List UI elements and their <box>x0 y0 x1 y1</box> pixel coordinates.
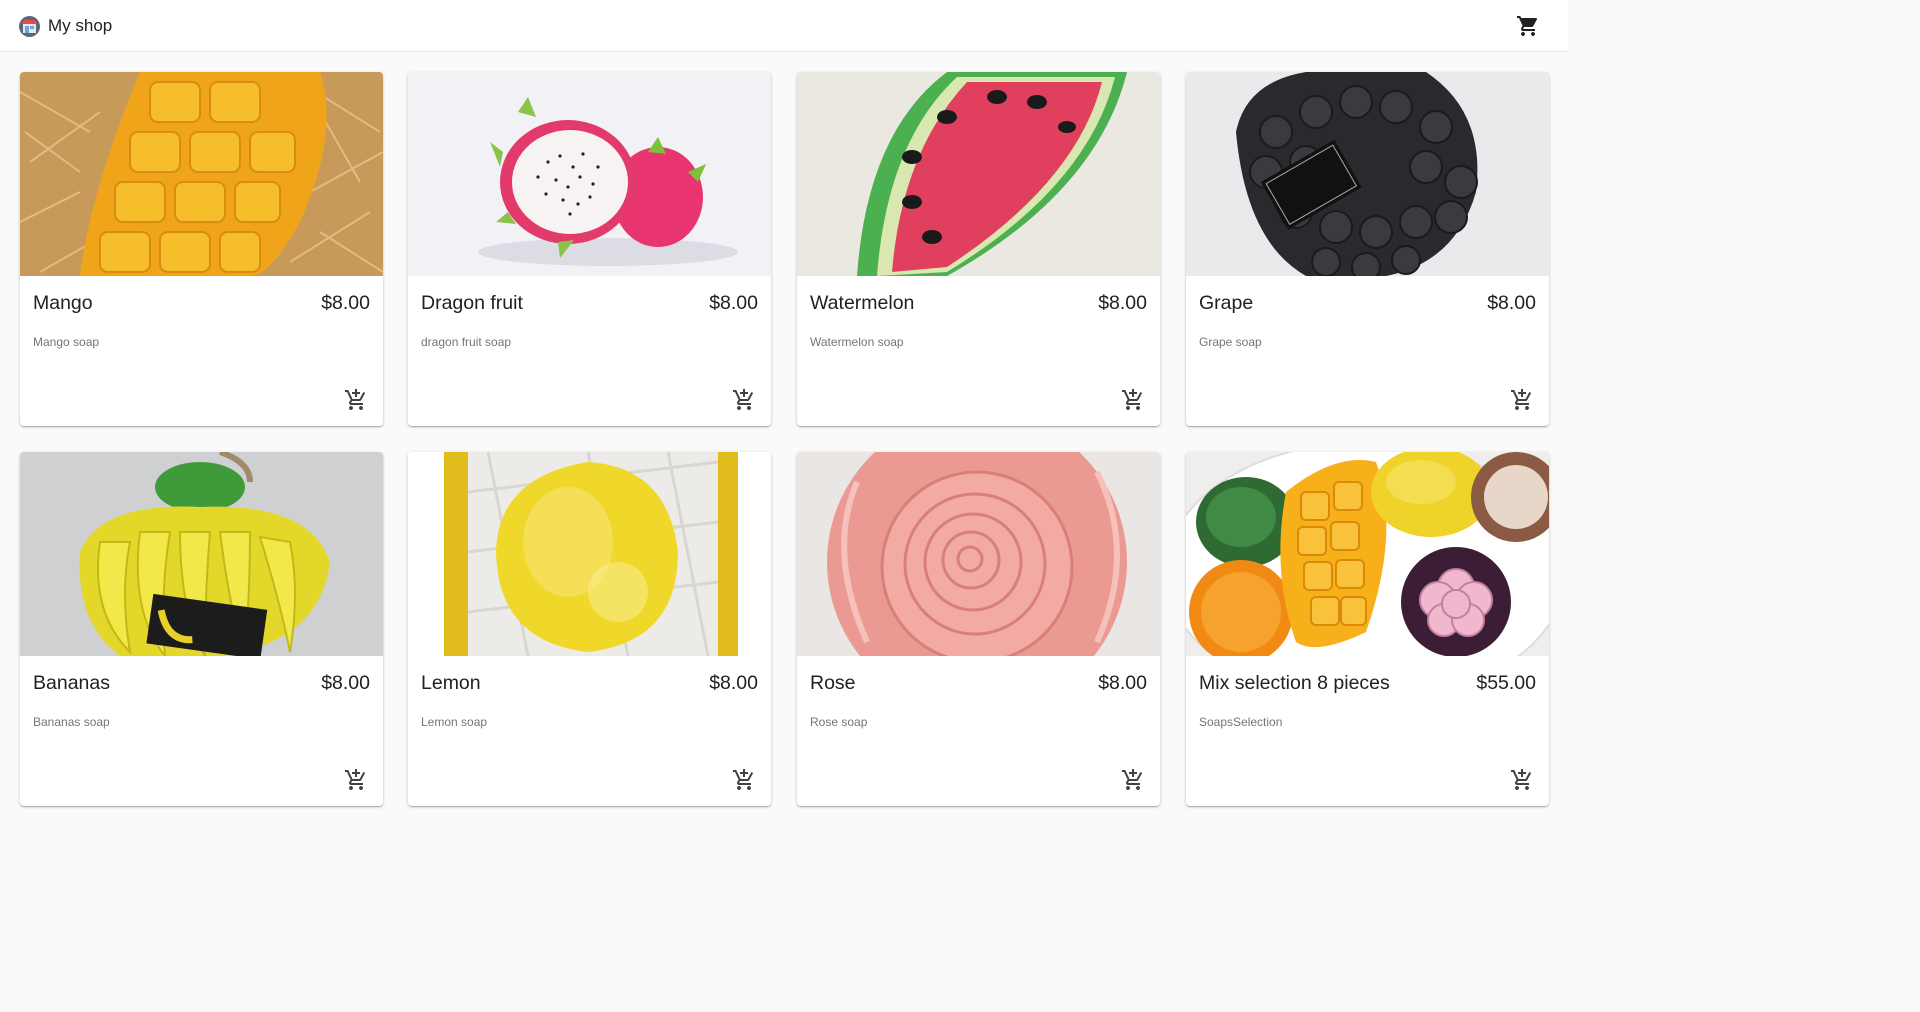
product-name: Dragon fruit <box>421 292 523 314</box>
product-price: $8.00 <box>709 672 758 694</box>
product-price: $8.00 <box>321 672 370 694</box>
product-name: Lemon <box>421 672 481 694</box>
add-to-cart-button[interactable] <box>344 768 368 792</box>
product-price: $8.00 <box>1098 672 1147 694</box>
add-to-cart-button[interactable] <box>1510 388 1534 412</box>
product-price: $55.00 <box>1476 672 1536 694</box>
product-name: Mango <box>33 292 93 314</box>
add-shopping-cart-icon <box>733 769 754 790</box>
product-card: Rose $8.00 Rose soap <box>797 452 1160 806</box>
product-description: dragon fruit soap <box>421 335 512 349</box>
product-description: SoapsSelection <box>1199 715 1283 729</box>
add-to-cart-button[interactable] <box>1510 768 1534 792</box>
dragon-fruit-soap-image <box>408 72 771 276</box>
lemon-soap-image <box>408 452 771 656</box>
app-bar: My shop <box>0 0 1568 52</box>
product-name: Rose <box>810 672 856 694</box>
rose-soap-image <box>797 452 1160 656</box>
add-to-cart-button[interactable] <box>1121 388 1145 412</box>
bananas-soap-image <box>20 452 383 656</box>
product-description: Watermelon soap <box>810 335 904 349</box>
add-to-cart-button[interactable] <box>732 768 756 792</box>
product-name: Mix selection 8 pieces <box>1199 672 1390 694</box>
add-shopping-cart-icon <box>1511 769 1532 790</box>
add-to-cart-button[interactable] <box>732 388 756 412</box>
product-card: Mango $8.00 Mango soap <box>20 72 383 426</box>
add-to-cart-button[interactable] <box>1121 768 1145 792</box>
shop-logo-icon <box>19 16 40 37</box>
mixed-soaps-image <box>1186 452 1549 656</box>
grape-soap-image <box>1186 72 1549 276</box>
add-shopping-cart-icon <box>345 769 366 790</box>
add-shopping-cart-icon <box>733 389 754 410</box>
product-description: Bananas soap <box>33 715 110 729</box>
product-price: $8.00 <box>1487 292 1536 314</box>
add-shopping-cart-icon <box>345 389 366 410</box>
product-price: $8.00 <box>321 292 370 314</box>
product-card: Grape $8.00 Grape soap <box>1186 72 1549 426</box>
product-description: Lemon soap <box>421 715 488 729</box>
add-to-cart-button[interactable] <box>344 388 368 412</box>
app-title: My shop <box>48 16 113 35</box>
product-description: Mango soap <box>33 335 100 349</box>
product-description: Grape soap <box>1199 335 1262 349</box>
watermelon-soap-image <box>797 72 1160 276</box>
product-name: Bananas <box>33 672 110 694</box>
product-card: Dragon fruit $8.00 dragon fruit soap <box>408 72 771 426</box>
add-shopping-cart-icon <box>1122 389 1143 410</box>
cart-button[interactable] <box>1516 14 1540 38</box>
product-card: Lemon $8.00 Lemon soap <box>408 452 771 806</box>
product-price: $8.00 <box>1098 292 1147 314</box>
product-card: Bananas $8.00 Bananas soap <box>20 452 383 806</box>
mango-soap-image <box>20 72 383 276</box>
add-shopping-cart-icon <box>1511 389 1532 410</box>
shopping-cart-icon <box>1517 16 1538 36</box>
product-name: Watermelon <box>810 292 915 314</box>
add-shopping-cart-icon <box>1122 769 1143 790</box>
product-card: Mix selection 8 pieces $55.00 SoapsSelec… <box>1186 452 1549 806</box>
product-price: $8.00 <box>709 292 758 314</box>
product-name: Grape <box>1199 292 1254 314</box>
product-description: Rose soap <box>810 715 868 729</box>
product-card: Watermelon $8.00 Watermelon soap <box>797 72 1160 426</box>
